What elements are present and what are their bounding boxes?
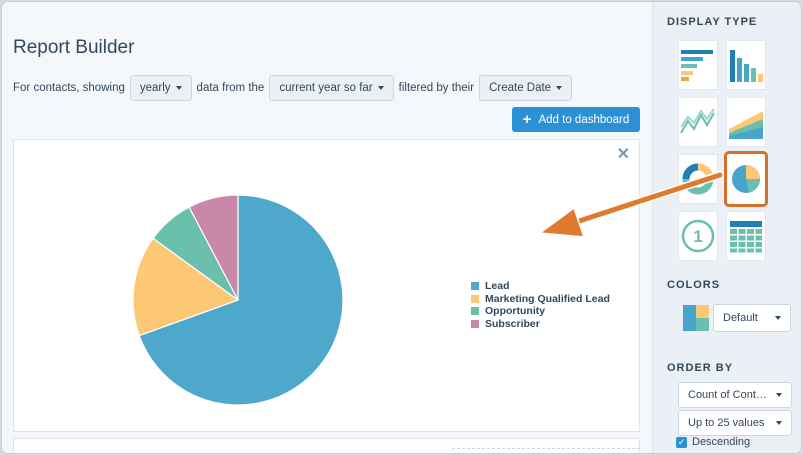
color-scheme-dropdown[interactable]: Default <box>713 304 791 332</box>
descending-checkbox[interactable]: ✓ <box>676 436 687 448</box>
chart-legend: Lead Marketing Qualified Lead Opportunit… <box>471 280 610 330</box>
color-scheme-swatch-icon <box>683 305 709 331</box>
legend-swatch <box>471 282 479 291</box>
filter-by-text: filtered by their <box>398 82 475 94</box>
add-to-dashboard-label: Add to dashboard <box>538 113 630 126</box>
legend-swatch <box>471 319 479 328</box>
display-type-pie[interactable] <box>724 151 768 207</box>
descending-option[interactable]: ✓ Descending <box>676 436 750 448</box>
legend-label: Marketing Qualified Lead <box>485 292 610 305</box>
caret-down-icon <box>175 86 182 90</box>
area-chart-icon <box>729 111 763 139</box>
display-type-vertical-bar[interactable] <box>726 40 766 90</box>
main-area: Report Builder For contacts, showing yea… <box>2 2 652 453</box>
chart-card: ✕ Lead Marketing Qualified Lead Opportun… <box>13 139 640 432</box>
legend-item-lead: Lead <box>471 280 610 293</box>
filter-mid-text: data from the <box>196 82 265 94</box>
table-icon <box>730 221 762 253</box>
caret-down-icon <box>775 316 781 320</box>
legend-item-subscriber: Subscriber <box>471 318 610 331</box>
legend-label: Lead <box>485 280 510 292</box>
frequency-value: yearly <box>139 82 171 94</box>
display-type-area[interactable] <box>726 97 766 147</box>
legend-label: Subscriber <box>485 317 540 330</box>
display-type-table[interactable] <box>726 211 766 261</box>
descending-label: Descending <box>692 436 751 448</box>
horizontal-bar-chart-icon <box>681 50 713 81</box>
caret-down-icon <box>556 86 563 90</box>
display-type-donut[interactable] <box>678 154 718 204</box>
order-field-dropdown[interactable]: Count of Cont… <box>678 382 792 408</box>
options-panel: DISPLAY TYPE 1 COLORS Default ORDER BY C… <box>652 2 801 453</box>
display-type-horizontal-bar[interactable] <box>678 40 718 90</box>
colors-heading: COLORS <box>667 279 721 291</box>
line-chart-icon <box>680 108 715 134</box>
colors-row: Default <box>683 304 791 332</box>
secondary-card <box>13 438 640 453</box>
donut-chart-icon <box>682 163 714 195</box>
page-title: Report Builder <box>13 37 135 58</box>
plus-icon: + <box>522 111 532 128</box>
legend-swatch <box>471 307 479 316</box>
display-type-single-value[interactable]: 1 <box>678 211 718 261</box>
order-by-heading: ORDER BY <box>667 362 734 374</box>
single-value-icon: 1 <box>681 219 715 253</box>
vertical-bar-chart-icon <box>730 50 763 82</box>
limit-dropdown[interactable]: Up to 25 values <box>678 410 792 436</box>
date-property-value: Create Date <box>489 82 552 94</box>
display-type-heading: DISPLAY TYPE <box>667 16 758 28</box>
order-field-value: Count of Cont… <box>688 389 767 401</box>
legend-item-opportunity: Opportunity <box>471 305 610 318</box>
caret-down-icon <box>776 393 782 397</box>
pie-chart-icon <box>732 165 760 193</box>
color-scheme-value: Default <box>723 312 758 324</box>
date-range-dropdown[interactable]: current year so far <box>269 75 394 101</box>
report-builder-window: Report Builder For contacts, showing yea… <box>2 2 801 453</box>
display-type-line[interactable] <box>678 97 718 147</box>
date-range-value: current year so far <box>279 82 373 94</box>
filter-sentence: For contacts, showing yearly data from t… <box>13 75 577 101</box>
filter-prefix: For contacts, showing <box>13 82 125 94</box>
limit-value: Up to 25 values <box>688 417 765 429</box>
legend-item-mql: Marketing Qualified Lead <box>471 293 610 306</box>
single-value-glyph: 1 <box>693 227 702 246</box>
pie-chart <box>132 194 344 406</box>
frequency-dropdown[interactable]: yearly <box>129 75 192 101</box>
caret-down-icon <box>776 421 782 425</box>
legend-swatch <box>471 294 479 303</box>
add-to-dashboard-button[interactable]: + Add to dashboard <box>512 107 640 132</box>
caret-down-icon <box>377 86 384 90</box>
divider <box>452 448 640 449</box>
close-icon[interactable]: ✕ <box>617 144 630 164</box>
legend-label: Opportunity <box>485 305 546 317</box>
date-property-dropdown[interactable]: Create Date <box>479 75 573 101</box>
